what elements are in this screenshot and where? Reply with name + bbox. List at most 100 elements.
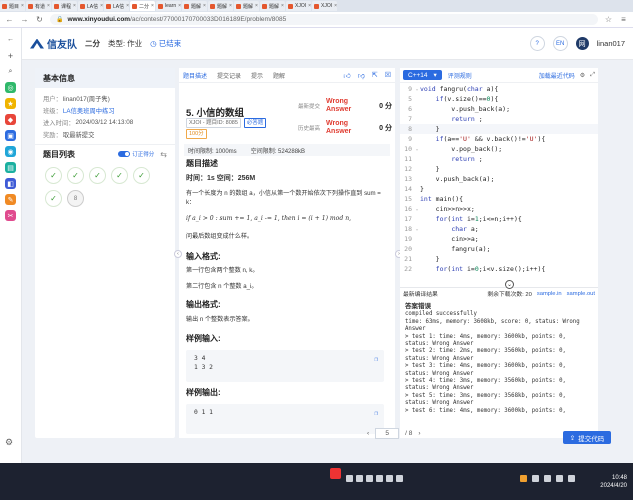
sample-in-link[interactable]: sample.in [537, 291, 562, 297]
tray-icon[interactable] [366, 475, 373, 482]
tray-icon[interactable] [556, 475, 563, 482]
problem-tab[interactable]: 题目描述 [183, 71, 207, 80]
collapse-left-icon[interactable]: ‹ [174, 250, 182, 258]
app-icon-indigo[interactable]: ◧ [5, 178, 16, 189]
page-input[interactable]: 5 [375, 427, 400, 439]
copy-icon[interactable]: ❐ [374, 355, 378, 364]
close-icon[interactable]: × [229, 3, 232, 9]
browser-tab[interactable]: 有道 × [26, 1, 51, 11]
tray-icon[interactable] [396, 475, 403, 482]
browser-tab[interactable]: LA信 × [78, 1, 103, 11]
browser-tab[interactable]: XJOI × [286, 1, 311, 11]
language-toggle[interactable]: EN [552, 36, 568, 51]
close-icon[interactable]: × [126, 3, 129, 9]
reload-icon[interactable]: ↻ [35, 15, 44, 24]
info-value[interactable]: LA信奥班周中练习 [63, 106, 115, 115]
like-icon[interactable]: 👍︎ [343, 71, 350, 80]
problem-tab[interactable]: 题解 [273, 71, 285, 80]
toggle-switch[interactable] [118, 151, 131, 157]
browser-tab[interactable]: 题解 × [260, 1, 285, 11]
star-app-icon[interactable]: ★ [5, 98, 16, 109]
tray-icon[interactable] [376, 475, 383, 482]
close-icon[interactable]: × [178, 3, 181, 9]
search-icon[interactable]: ⌕ [5, 66, 16, 77]
problem-tab[interactable]: 提示 [251, 71, 263, 80]
tray-icon[interactable] [386, 475, 393, 482]
app-icon-cyan[interactable]: ◉ [5, 146, 16, 157]
problem-list-item[interactable]: ✓ [67, 167, 84, 184]
problem-list-item[interactable]: ✓ [111, 167, 128, 184]
close-icon[interactable]: × [21, 3, 24, 9]
problem-list-item[interactable]: ✓ [45, 167, 62, 184]
submit-button[interactable]: ⇪ 提交代码 [563, 431, 611, 444]
copy-icon[interactable]: ❐ [374, 409, 378, 418]
browser-tab[interactable]: 题目 × [0, 1, 25, 11]
language-select[interactable]: C++14 ▾ [403, 70, 442, 80]
close-icon[interactable]: × [255, 3, 258, 9]
app-icon-red[interactable]: ◆ [5, 114, 16, 125]
tray-icon[interactable] [532, 475, 539, 482]
fullscreen-icon[interactable]: ⤢ [590, 72, 595, 79]
help-button[interactable]: ? [529, 36, 545, 51]
scissors-icon[interactable]: ✂ [5, 210, 16, 221]
browser-tab[interactable]: learn × [156, 1, 181, 11]
browser-tab[interactable]: 题解 × [234, 1, 259, 11]
tray-icon[interactable] [520, 475, 527, 482]
back-arrow-icon[interactable]: ← [5, 34, 16, 45]
forward-icon[interactable]: → [20, 15, 29, 24]
problem-list-item[interactable]: ✓ [45, 190, 62, 207]
close-icon[interactable]: × [47, 3, 50, 9]
app-icon-teal[interactable]: ▤ [5, 162, 16, 173]
username[interactable]: linan017 [597, 39, 625, 48]
load-recent-link[interactable]: 加载最近代码 [539, 71, 575, 80]
browser-tab[interactable]: 题解 × [182, 1, 207, 11]
close-icon[interactable]: × [100, 3, 103, 9]
problem-list-item[interactable]: ✓ [133, 167, 150, 184]
browser-tab[interactable]: XJOI × [312, 1, 337, 11]
contest-name: 二分 [85, 39, 100, 48]
settings-icon[interactable]: ⚙ [5, 437, 13, 448]
tray-icon[interactable] [346, 475, 353, 482]
share-icon[interactable]: ⇱ [372, 71, 378, 80]
tray-icon[interactable] [568, 475, 575, 482]
back-icon[interactable]: ← [5, 15, 14, 24]
star-icon[interactable]: ☆ [604, 15, 613, 24]
prev-page-icon[interactable]: ‹ [367, 430, 369, 437]
app-icon-orange[interactable]: ✎ [5, 194, 16, 205]
menu-icon[interactable]: ≡ [619, 15, 628, 24]
swap-icon[interactable]: ⇆ [160, 150, 167, 159]
next-page-icon[interactable]: › [418, 430, 420, 437]
settings-gear-icon[interactable]: ⚙ [580, 72, 585, 79]
tray-icon[interactable] [544, 475, 551, 482]
app-icon-green[interactable]: ◎ [5, 82, 16, 93]
sample-out-link[interactable]: sample.out [567, 291, 595, 297]
url-field[interactable]: 🔒 www.xinyoudui.com/ac/contest/770001707… [50, 14, 598, 25]
problem-list-item[interactable]: 8 [67, 190, 84, 207]
close-icon[interactable]: × [308, 3, 311, 9]
browser-tab[interactable]: 题解 × [208, 1, 233, 11]
app-icon-blue[interactable]: ▣ [5, 130, 16, 141]
problem-tab[interactable]: 提交记录 [217, 71, 241, 80]
add-icon[interactable]: + [5, 50, 16, 61]
site-logo[interactable]: 信友队 [30, 36, 77, 51]
close-icon[interactable]: × [151, 3, 154, 9]
scroll-down-icon[interactable]: ⌄ [505, 280, 514, 289]
close-icon[interactable]: ☒ [385, 71, 391, 80]
close-icon[interactable]: × [334, 3, 337, 9]
close-icon[interactable]: × [281, 3, 284, 9]
browser-tab[interactable]: 二分 × [130, 1, 155, 11]
code-area[interactable]: 9 ⌄ void fangru(char a){5 if(v.size()==0){… [400, 84, 598, 287]
close-icon[interactable]: × [203, 3, 206, 9]
correction-toggle[interactable]: 订正得分 [118, 150, 154, 158]
ime-icon[interactable] [330, 468, 341, 479]
browser-tab[interactable]: 课程 × [52, 1, 77, 11]
problem-list-item[interactable]: ✓ [89, 167, 106, 184]
result-tab[interactable]: 最新编译结果 [403, 289, 438, 298]
rules-link[interactable]: 评测规则 [448, 71, 472, 80]
tray-icon[interactable] [356, 475, 363, 482]
taskbar-clock[interactable]: 10:48 2024/4/20 [600, 474, 627, 490]
browser-tab[interactable]: LA信 × [104, 1, 129, 11]
close-icon[interactable]: × [73, 3, 76, 9]
avatar[interactable]: 网 [575, 37, 589, 50]
dislike-icon[interactable]: 👎︎ [358, 71, 365, 80]
